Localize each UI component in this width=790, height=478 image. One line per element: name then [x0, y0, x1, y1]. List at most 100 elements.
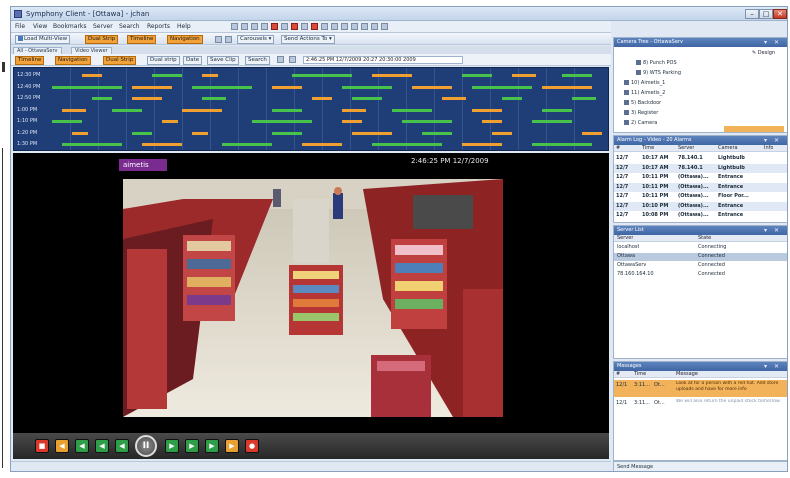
export-icon[interactable]	[289, 56, 296, 63]
alarm-segment[interactable]	[342, 108, 366, 112]
alarm-segment[interactable]	[372, 74, 412, 77]
menu-bookmarks[interactable]: Bookmarks	[53, 23, 87, 30]
layout-1-icon[interactable]	[231, 23, 238, 30]
camera-tree-selected-row[interactable]	[724, 126, 784, 132]
close-button[interactable]: ✕	[773, 9, 787, 19]
motion-segment[interactable]	[392, 108, 432, 112]
minimize-button[interactable]: –	[745, 9, 759, 19]
motion-segment[interactable]	[372, 143, 442, 146]
motion-segment[interactable]	[342, 85, 392, 89]
tab-all-ottawaserv[interactable]: All - OttawaServ	[13, 47, 62, 54]
motion-segment[interactable]	[202, 97, 226, 100]
layout-12-icon[interactable]	[281, 23, 288, 30]
column-header[interactable]: Time	[634, 371, 646, 378]
menu-server[interactable]: Server	[93, 23, 113, 30]
send-message-bar[interactable]: Send Message	[613, 461, 787, 471]
alarm-segment[interactable]	[342, 120, 362, 123]
table-row[interactable]	[614, 211, 787, 220]
viewer-dual-strip-button[interactable]: Dual Strip	[103, 56, 137, 65]
column-header[interactable]: #	[616, 371, 620, 378]
layout-16-icon[interactable]	[291, 23, 298, 30]
dual-strip-button[interactable]: Dual Strip	[85, 35, 119, 44]
tab-video-viewer[interactable]: Video Viewer	[71, 47, 112, 54]
alarm-segment[interactable]	[482, 120, 502, 123]
camera-tree-item[interactable]: 8) Punch POS	[636, 60, 677, 66]
motion-segment[interactable]	[92, 97, 112, 100]
dual-strip-toggle[interactable]: Dual strip	[147, 56, 180, 65]
panel-close-icon[interactable]: ✕	[774, 136, 779, 145]
panel-pin-icon[interactable]: ▾	[764, 226, 767, 235]
save-clip-button[interactable]: Save Clip	[207, 56, 239, 65]
search-button[interactable]: Search	[245, 56, 270, 65]
camera-tree-item[interactable]: 3) Register	[624, 110, 658, 116]
alarm-segment[interactable]	[82, 74, 102, 77]
layout-30-icon[interactable]	[321, 23, 328, 30]
motion-segment[interactable]	[292, 74, 352, 77]
table-row[interactable]	[614, 244, 787, 252]
alarm-segment[interactable]	[512, 74, 536, 77]
motion-segment[interactable]	[152, 74, 182, 77]
motion-segment[interactable]	[52, 85, 122, 89]
alarm-segment[interactable]	[202, 74, 218, 77]
table-row[interactable]	[614, 202, 787, 211]
step-forward-button[interactable]: ▶	[185, 439, 199, 453]
motion-segment[interactable]	[272, 108, 302, 112]
layout-36-icon[interactable]	[331, 23, 338, 30]
step-back-button[interactable]: ◀	[95, 439, 109, 453]
frame-forward-button[interactable]: ▶	[165, 439, 179, 453]
alarm-segment[interactable]	[412, 85, 452, 89]
load-multiview-button[interactable]: Load Multi-View	[15, 35, 71, 44]
zoom-icon[interactable]	[277, 56, 284, 63]
alarm-segment[interactable]	[472, 108, 502, 112]
timeline-track[interactable]	[42, 74, 608, 77]
timeline-track[interactable]	[42, 143, 608, 146]
camera-tree-item[interactable]: 5) Backdoor	[624, 100, 661, 106]
layout-9-icon[interactable]	[271, 23, 278, 30]
table-row[interactable]	[614, 164, 787, 173]
previous-button[interactable]: ◀	[55, 439, 69, 453]
timeline-button[interactable]: Timeline	[127, 35, 157, 44]
table-row[interactable]	[614, 380, 787, 397]
table-row[interactable]	[614, 183, 787, 192]
carousels-button[interactable]: Carousels ▾	[237, 35, 275, 44]
camera-tree-item[interactable]: 11) Aimetis_2	[624, 90, 665, 96]
table-row[interactable]	[614, 398, 787, 415]
menu-search[interactable]: Search	[119, 23, 140, 30]
menu-view[interactable]: View	[33, 23, 47, 30]
panel-close-icon[interactable]: ✕	[774, 226, 779, 235]
camera-tree-item[interactable]: 9) WTS Parking	[636, 70, 681, 76]
menu-file[interactable]: File	[15, 23, 25, 30]
alarm-segment[interactable]	[582, 131, 602, 135]
panel-pin-icon[interactable]: ▾	[764, 362, 767, 371]
panel-pin-icon[interactable]: ▾	[764, 38, 767, 47]
alarm-segment[interactable]	[132, 85, 172, 89]
table-row[interactable]	[614, 271, 787, 279]
layout-wide-icon[interactable]	[381, 23, 388, 30]
alarm-segment[interactable]	[182, 108, 222, 112]
send-actions-button[interactable]: Send Actions To ▾	[281, 35, 335, 44]
timeline-track[interactable]	[42, 97, 608, 100]
live-button[interactable]: ●	[245, 439, 259, 453]
timeline-track[interactable]	[42, 120, 608, 123]
next-button[interactable]: ▶	[225, 439, 239, 453]
alarm-segment[interactable]	[272, 85, 302, 89]
lock-icon[interactable]	[215, 36, 222, 43]
alarm-segment[interactable]	[352, 131, 392, 135]
motion-segment[interactable]	[542, 108, 572, 112]
alarm-segment[interactable]	[192, 131, 208, 135]
table-row[interactable]	[614, 173, 787, 182]
column-header[interactable]: Camera	[718, 145, 738, 152]
menu-help[interactable]: Help	[177, 23, 191, 30]
motion-segment[interactable]	[62, 143, 122, 146]
rewind-button[interactable]: ◀	[75, 439, 89, 453]
column-header[interactable]: #	[616, 145, 620, 152]
alarm-segment[interactable]	[442, 97, 466, 100]
panel-close-icon[interactable]: ✕	[774, 362, 779, 371]
stop-button[interactable]: ■	[35, 439, 49, 453]
motion-segment[interactable]	[532, 143, 592, 146]
frame-back-button[interactable]: ◀	[115, 439, 129, 453]
fast-forward-button[interactable]: ▶	[205, 439, 219, 453]
layout-panel-icon[interactable]	[361, 23, 368, 30]
navigation-button[interactable]: Navigation	[167, 35, 203, 44]
motion-segment[interactable]	[132, 131, 152, 135]
